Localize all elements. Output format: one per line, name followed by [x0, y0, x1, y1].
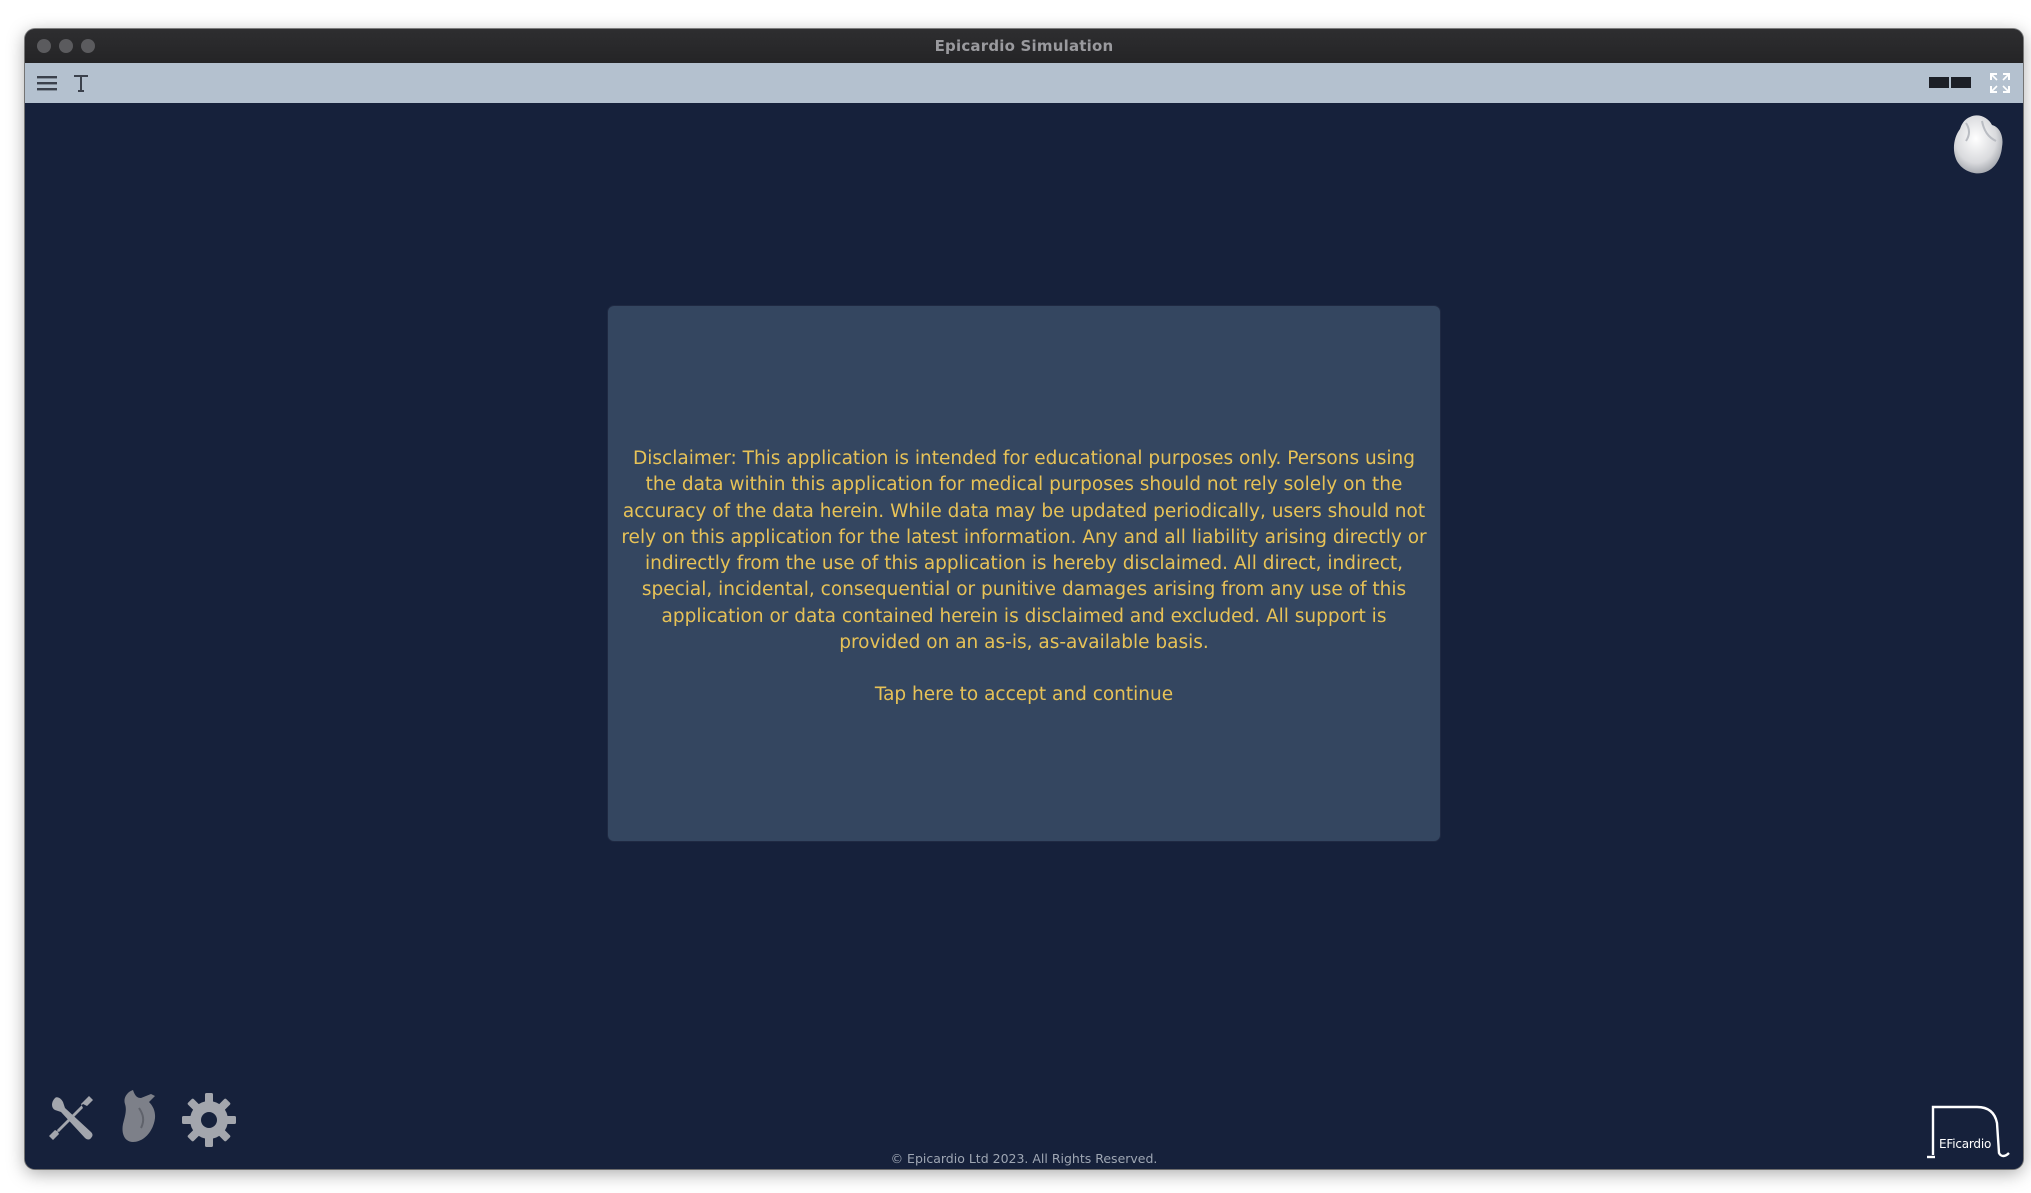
brand-logo: EFicardio [1925, 1101, 2011, 1163]
heart-model-icon [1953, 115, 2003, 174]
copyright-footer: © Epicardio Ltd 2023. All Rights Reserve… [890, 1151, 1158, 1166]
toolbar [25, 63, 2023, 103]
menu-button[interactable] [31, 63, 63, 103]
window-title: Epicardio Simulation [934, 37, 1114, 55]
brand-label: EFicardio [1939, 1137, 1992, 1151]
heart-icon [122, 1090, 156, 1142]
fullscreen-icon [1990, 73, 2010, 93]
tools-button[interactable] [43, 1090, 99, 1146]
title-bar[interactable]: Epicardio Simulation [25, 29, 2023, 64]
split-layout-icon [1929, 77, 1971, 88]
settings-button[interactable] [179, 1090, 239, 1150]
text-T-icon [74, 75, 88, 92]
disclaimer-dialog[interactable]: Disclaimer: This application is intended… [608, 306, 1440, 841]
heart-model-button[interactable] [1948, 111, 2006, 179]
disclaimer-text: Disclaimer: This application is intended… [621, 448, 1427, 654]
gear-icon [182, 1093, 236, 1147]
accept-continue-link[interactable]: Tap here to accept and continue [608, 682, 1440, 708]
heart-button[interactable] [111, 1086, 167, 1146]
main-content: Disclaimer: This application is intended… [25, 103, 2023, 1169]
fullscreen-button[interactable] [1985, 63, 2015, 103]
text-button[interactable] [67, 63, 95, 103]
hamburger-menu-icon [37, 76, 57, 91]
brand-logo-icon [1927, 1105, 2010, 1159]
app-window: Epicardio Simulation Disclaimer: This ap… [25, 29, 2023, 1169]
tools-icon [49, 1096, 93, 1140]
layout-toggle-button[interactable] [1926, 63, 1974, 103]
